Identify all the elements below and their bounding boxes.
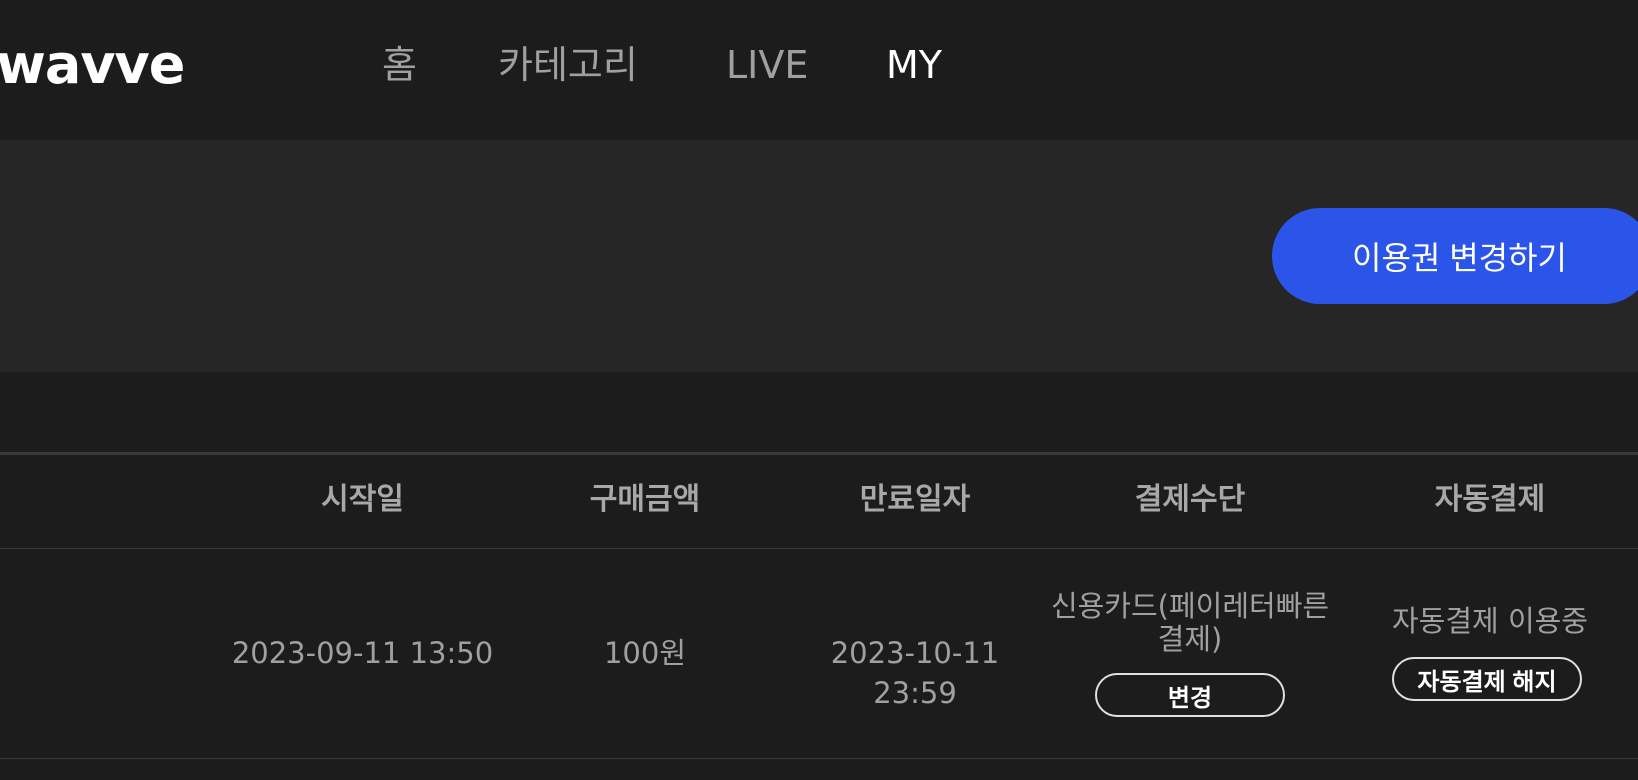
subscription-banner: 이용권 변경하기 bbox=[0, 140, 1638, 372]
change-plan-button[interactable]: 이용권 변경하기 bbox=[1272, 208, 1638, 304]
top-header: wavve 홈 카테고리 LIVE MY bbox=[0, 0, 1638, 140]
nav-home[interactable]: 홈 bbox=[382, 38, 417, 92]
table-top-divider bbox=[0, 452, 1638, 455]
change-payment-button[interactable]: 변경 bbox=[1095, 673, 1285, 717]
column-header-start-date: 시작일 bbox=[321, 482, 404, 517]
auto-pay-status: 자동결제 이용중 bbox=[1392, 604, 1588, 638]
payment-method-line2: 결제) bbox=[1157, 622, 1223, 656]
column-header-payment-method: 결제수단 bbox=[1134, 482, 1246, 517]
start-date-value: 2023-09-11 13:50 bbox=[231, 636, 494, 670]
column-header-amount: 구매금액 bbox=[589, 482, 701, 517]
nav-my[interactable]: MY bbox=[886, 38, 942, 92]
nav-category[interactable]: 카테고리 bbox=[498, 38, 638, 92]
column-header-auto-pay: 자동결제 bbox=[1434, 482, 1546, 517]
row-bottom-divider bbox=[0, 758, 1638, 759]
cancel-auto-pay-button[interactable]: 자동결제 해지 bbox=[1392, 657, 1582, 701]
amount-value: 100원 bbox=[603, 636, 687, 670]
expiry-date-value: 2023-10-11 23:59 bbox=[830, 636, 1000, 710]
wavve-logo[interactable]: wavve bbox=[0, 30, 185, 100]
header-row-divider bbox=[0, 548, 1638, 549]
nav-live[interactable]: LIVE bbox=[726, 38, 808, 92]
column-header-expiry-date: 만료일자 bbox=[859, 482, 971, 517]
